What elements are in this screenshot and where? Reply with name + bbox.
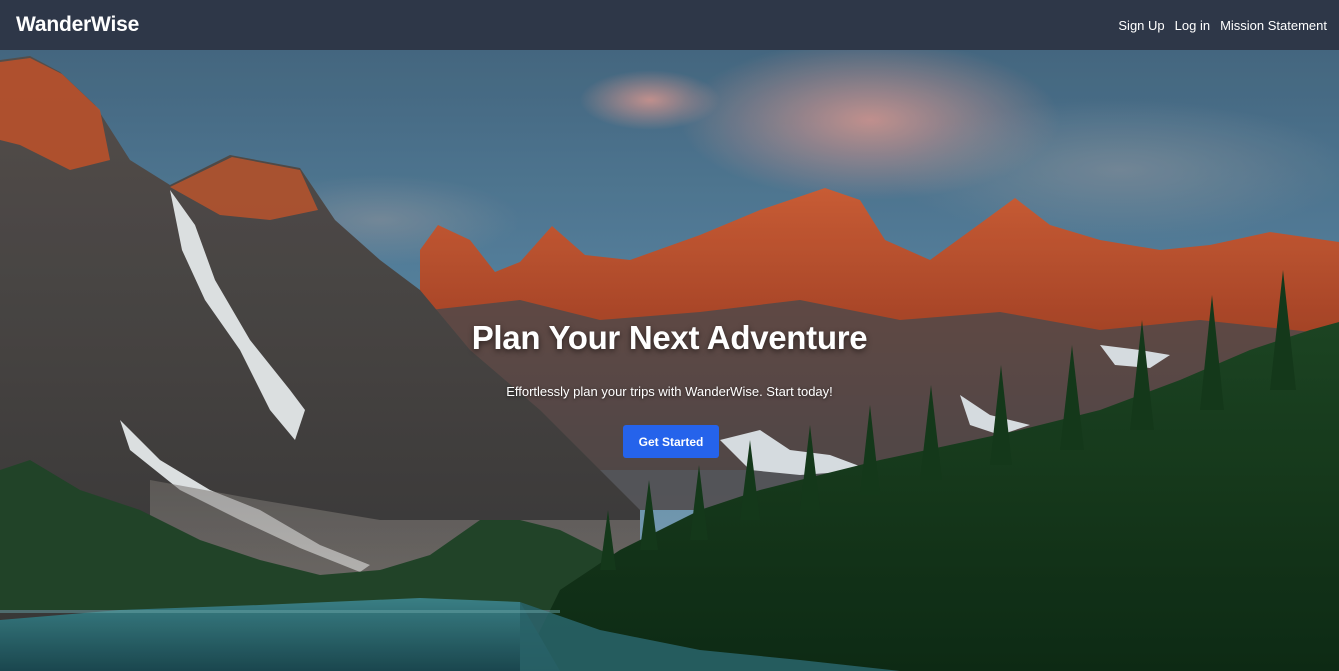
nav-mission-statement-link[interactable]: Mission Statement: [1220, 18, 1327, 33]
hero-content: Plan Your Next Adventure Effortlessly pl…: [0, 50, 1339, 671]
hero-subtitle: Effortlessly plan your trips with Wander…: [506, 384, 833, 399]
brand-logo[interactable]: WanderWise: [16, 13, 139, 37]
hero-title: Plan Your Next Adventure: [471, 319, 868, 356]
get-started-button[interactable]: Get Started: [623, 425, 719, 458]
nav-log-in-link[interactable]: Log in: [1175, 18, 1210, 33]
nav-sign-up-link[interactable]: Sign Up: [1118, 18, 1164, 33]
top-navbar: WanderWise Sign Up Log in Mission Statem…: [0, 0, 1339, 50]
hero-section: Plan Your Next Adventure Effortlessly pl…: [0, 50, 1339, 671]
nav-links: Sign Up Log in Mission Statement: [1118, 18, 1327, 33]
